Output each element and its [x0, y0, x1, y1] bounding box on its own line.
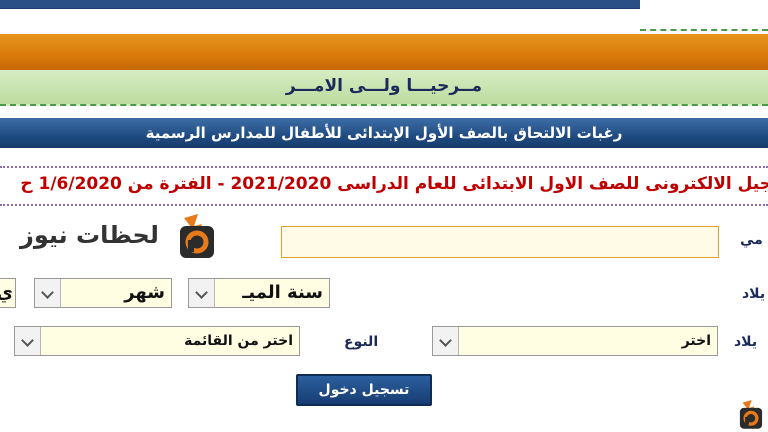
birth-place-label: يلاد: [734, 334, 758, 350]
birth-year-value: سنة الميـ: [242, 282, 323, 303]
name-input[interactable]: [281, 226, 719, 258]
page-title-bar: رغبات الالتحاق بالصف الأول الإبتدائى للأ…: [0, 118, 768, 148]
top-frame: [0, 0, 768, 34]
registration-notice: جيل الالكترونى للصف الاول الابتدائى للعا…: [0, 166, 768, 206]
welcome-text: مــرحيـــا ولـــى الامـــر: [285, 76, 483, 96]
birth-day-value: ي: [0, 282, 13, 303]
top-strip-border: [0, 8, 640, 9]
birth-place-select[interactable]: اختر: [432, 326, 718, 356]
birth-day-select[interactable]: ي: [0, 278, 16, 308]
small-logo-icon: [739, 400, 763, 429]
gender-value: اختر من القائمة: [184, 333, 293, 349]
chevron-down-icon: [15, 327, 41, 355]
top-blue-strip: [0, 0, 640, 8]
orange-header-bar: [0, 34, 768, 70]
chevron-down-icon: [35, 279, 61, 307]
birth-date-label: يلاد: [742, 286, 766, 302]
welcome-banner: مــرحيـــا ولـــى الامـــر: [0, 70, 768, 106]
chevron-down-icon: [433, 327, 459, 355]
page-title: رغبات الالتحاق بالصف الأول الإبتدائى للأ…: [145, 124, 623, 142]
logo-mark-icon: [180, 214, 214, 258]
birth-year-select[interactable]: سنة الميـ: [188, 278, 330, 308]
watermark-text: لحظات نيوز: [20, 221, 159, 249]
chevron-down-icon: [189, 279, 215, 307]
birth-month-select[interactable]: شهر: [34, 278, 172, 308]
gender-label: النوع: [344, 334, 379, 350]
gender-select[interactable]: اختر من القائمة: [14, 326, 300, 356]
birth-month-value: شهر: [124, 282, 165, 303]
watermark-logo: لحظات نيوز: [20, 214, 226, 260]
notice-text: جيل الالكترونى للصف الاول الابتدائى للعا…: [20, 174, 768, 194]
login-button[interactable]: تسجيل دخول: [296, 374, 432, 406]
name-label: مي: [740, 232, 763, 248]
top-dashed-line: [640, 29, 768, 31]
birth-place-value: اختر: [681, 333, 711, 349]
